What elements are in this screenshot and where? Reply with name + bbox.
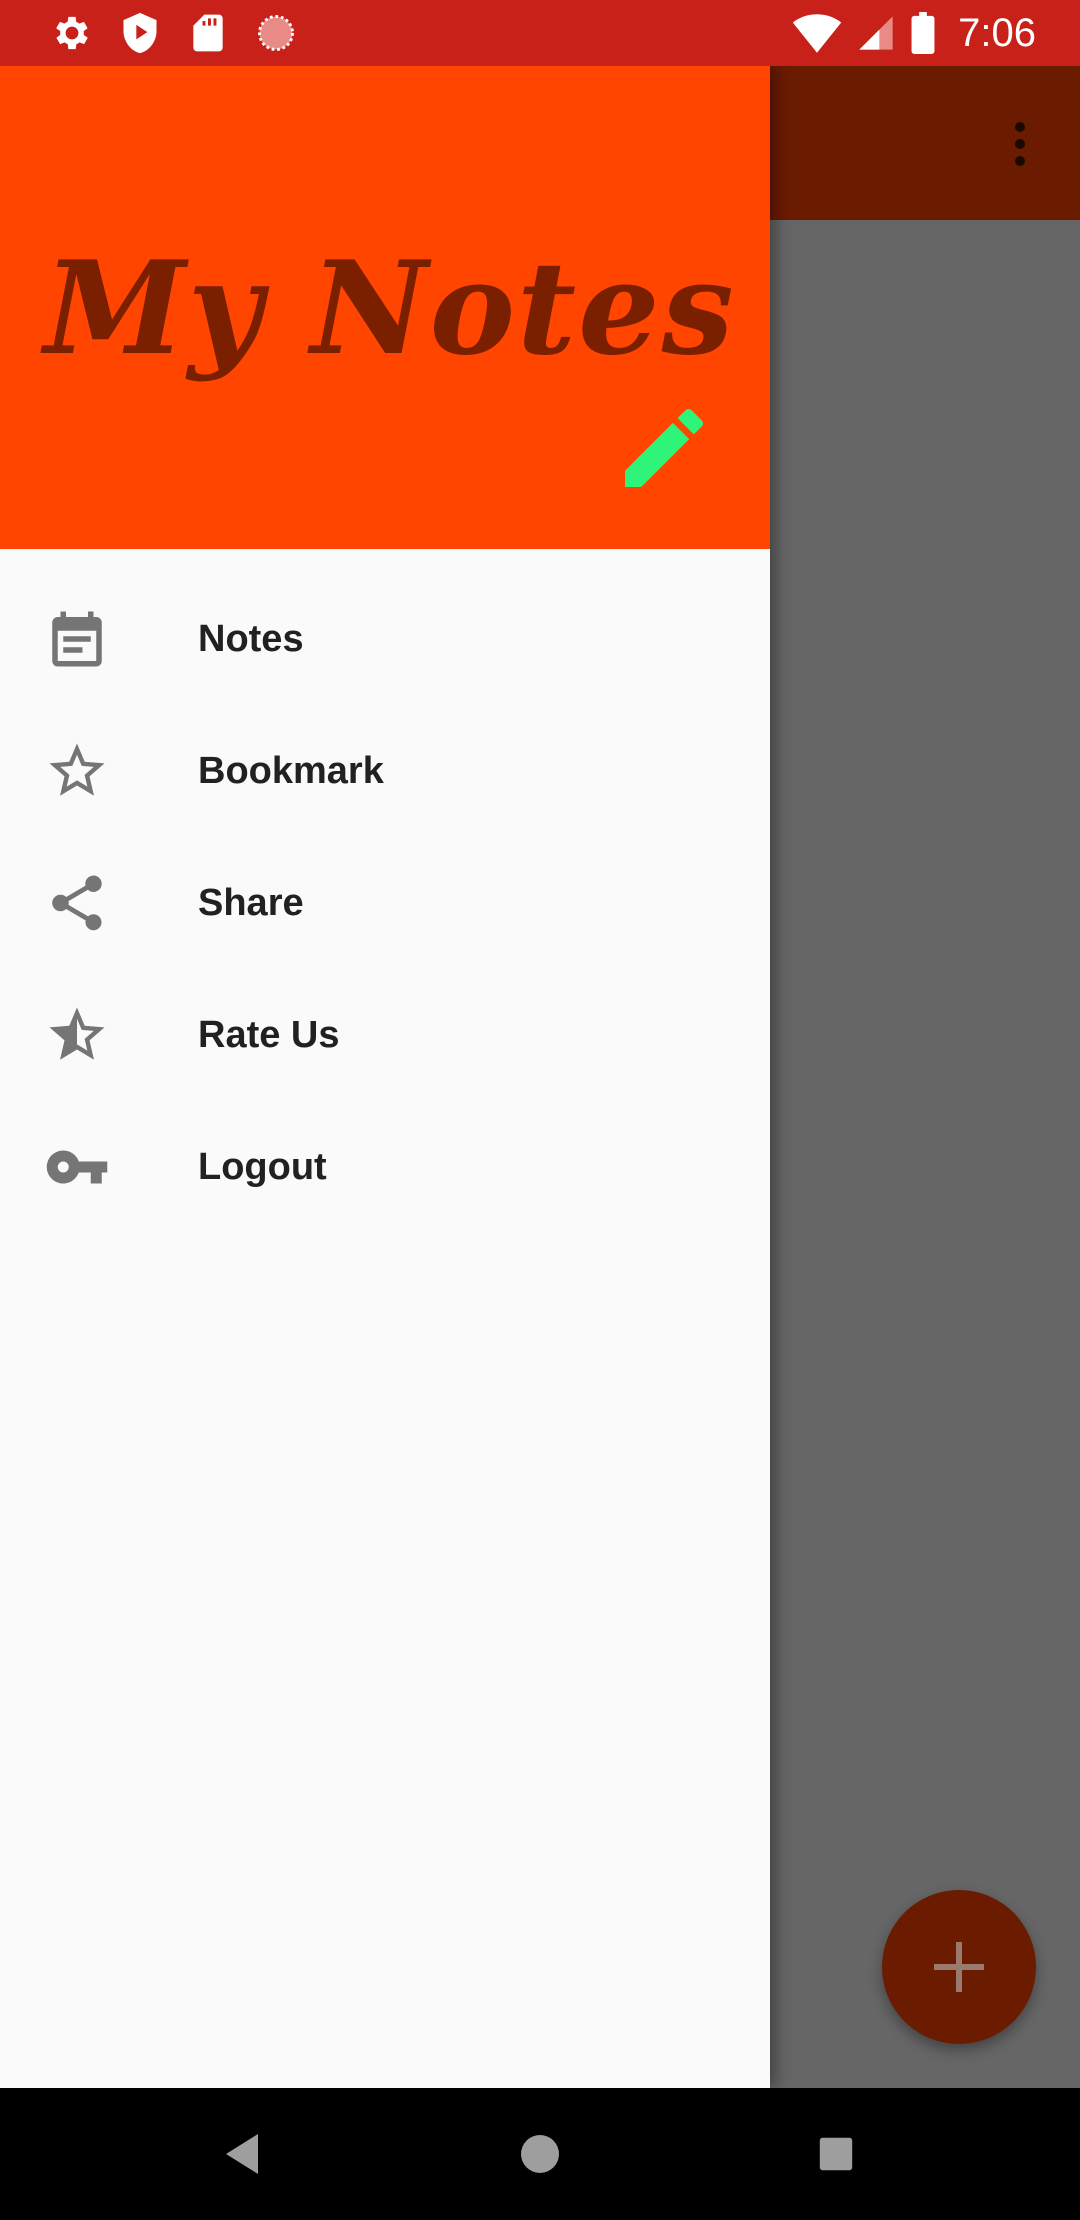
recents-button[interactable] [806, 2124, 866, 2184]
star-outline-icon [44, 738, 110, 804]
loading-circle-icon [258, 15, 294, 51]
menu-item-logout[interactable]: Logout [0, 1101, 770, 1233]
menu-item-label: Share [198, 881, 304, 924]
add-note-button[interactable] [882, 1890, 1036, 2044]
notes-calendar-icon [44, 606, 110, 672]
overflow-menu-icon[interactable] [1000, 116, 1040, 172]
shield-play-icon [123, 12, 157, 54]
menu-item-rate-us[interactable]: Rate Us [0, 969, 770, 1101]
status-notification-icons [50, 11, 298, 55]
home-icon [521, 2135, 559, 2173]
pencil-icon [625, 408, 704, 487]
drawer-menu: Notes Bookmark Share Rate Us Logout [0, 573, 770, 1233]
drawer-header: My Notes [0, 66, 770, 549]
sd-card-icon [193, 14, 223, 52]
share-icon [44, 870, 110, 936]
cell-signal-icon [859, 16, 893, 50]
wifi-icon [792, 14, 842, 53]
menu-item-label: Bookmark [198, 749, 384, 792]
navigation-drawer: My Notes Notes Bookmark Share Rate Us Lo… [0, 66, 770, 2088]
menu-item-bookmark[interactable]: Bookmark [0, 705, 770, 837]
key-icon [44, 1134, 110, 1200]
back-button[interactable] [212, 2124, 272, 2184]
menu-item-share[interactable]: Share [0, 837, 770, 969]
status-system-icons: 7:06 [792, 8, 1036, 58]
status-bar: 7:06 [0, 0, 1080, 66]
menu-item-label: Notes [198, 617, 304, 660]
menu-item-label: Logout [198, 1145, 327, 1188]
back-icon [226, 2134, 258, 2174]
home-button[interactable] [510, 2124, 570, 2184]
system-navigation-bar [0, 2088, 1080, 2220]
status-clock: 7:06 [958, 10, 1036, 55]
star-half-icon [44, 1002, 110, 1068]
menu-item-label: Rate Us [198, 1013, 340, 1056]
recents-icon [819, 2137, 853, 2171]
menu-item-notes[interactable]: Notes [0, 573, 770, 705]
plus-icon [934, 1942, 984, 1992]
settings-icon [56, 16, 88, 50]
app-title: My Notes [44, 234, 736, 384]
battery-icon [911, 12, 935, 54]
